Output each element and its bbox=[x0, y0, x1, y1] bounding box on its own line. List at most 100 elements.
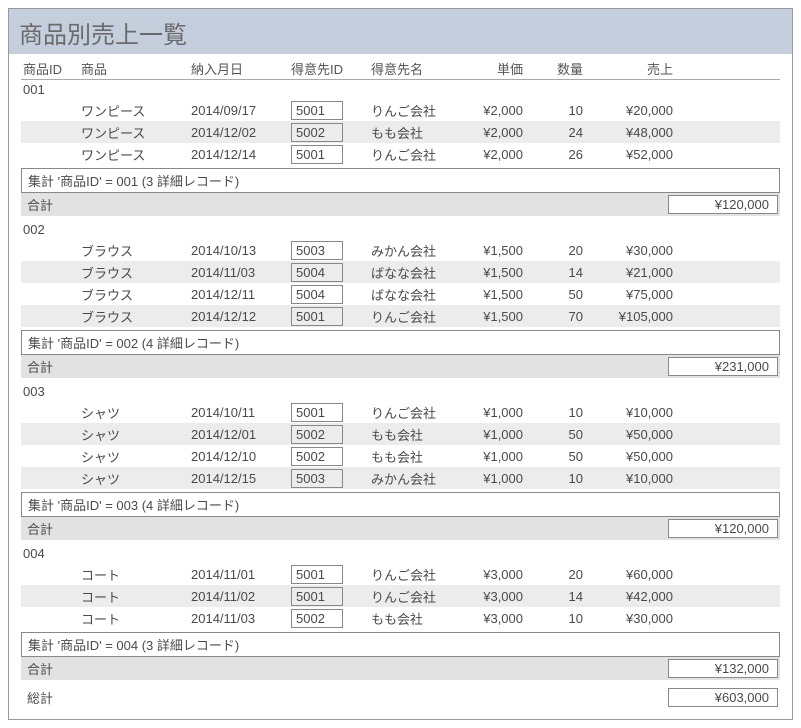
cell-qty: 10 bbox=[531, 611, 591, 626]
customer-id-field[interactable]: 5001 bbox=[291, 565, 343, 584]
cell-date: 2014/11/01 bbox=[191, 567, 291, 582]
customer-id-field[interactable]: 5001 bbox=[291, 307, 343, 326]
customer-id-field[interactable]: 5001 bbox=[291, 145, 343, 164]
cell-product: シャツ bbox=[81, 447, 191, 466]
cell-qty: 20 bbox=[531, 567, 591, 582]
cell-sales: ¥30,000 bbox=[591, 611, 681, 626]
data-row: ブラウス2014/12/125001りんご会社¥1,50070¥105,000 bbox=[21, 305, 780, 327]
group-total-label: 合計 bbox=[27, 357, 668, 376]
customer-id-field[interactable]: 5002 bbox=[291, 447, 343, 466]
cell-qty: 10 bbox=[531, 103, 591, 118]
customer-id-field[interactable]: 5002 bbox=[291, 123, 343, 142]
data-row: ワンピース2014/12/145001りんご会社¥2,00026¥52,000 bbox=[21, 143, 780, 165]
col-date: 納入月日 bbox=[191, 59, 291, 78]
cell-price: ¥1,500 bbox=[461, 309, 531, 324]
col-product-id: 商品ID bbox=[21, 59, 81, 78]
group-total-row: 合計¥120,000 bbox=[21, 193, 780, 216]
cell-customer-id: 5001 bbox=[291, 101, 371, 120]
cell-sales: ¥48,000 bbox=[591, 125, 681, 140]
data-row: ブラウス2014/12/115004ばなな会社¥1,50050¥75,000 bbox=[21, 283, 780, 305]
cell-price: ¥1,000 bbox=[461, 427, 531, 442]
cell-price: ¥1,500 bbox=[461, 265, 531, 280]
cell-qty: 14 bbox=[531, 589, 591, 604]
customer-id-field[interactable]: 5003 bbox=[291, 241, 343, 260]
data-row: コート2014/11/035002もも会社¥3,00010¥30,000 bbox=[21, 607, 780, 629]
cell-product: シャツ bbox=[81, 425, 191, 444]
data-row: コート2014/11/025001りんご会社¥3,00014¥42,000 bbox=[21, 585, 780, 607]
customer-id-field[interactable]: 5001 bbox=[291, 587, 343, 606]
cell-date: 2014/11/03 bbox=[191, 611, 291, 626]
cell-price: ¥2,000 bbox=[461, 103, 531, 118]
group-total-value: ¥120,000 bbox=[668, 519, 778, 538]
data-row: ワンピース2014/09/175001りんご会社¥2,00010¥20,000 bbox=[21, 99, 780, 121]
cell-date: 2014/12/11 bbox=[191, 287, 291, 302]
cell-sales: ¥10,000 bbox=[591, 471, 681, 486]
cell-product: ブラウス bbox=[81, 285, 191, 304]
cell-customer-name: りんご会社 bbox=[371, 565, 461, 584]
cell-price: ¥1,000 bbox=[461, 449, 531, 464]
group-summary: 集計 '商品ID' = 003 (4 詳細レコード) bbox=[21, 492, 780, 517]
cell-sales: ¥20,000 bbox=[591, 103, 681, 118]
cell-price: ¥2,000 bbox=[461, 125, 531, 140]
cell-date: 2014/12/02 bbox=[191, 125, 291, 140]
col-customer-id: 得意先ID bbox=[291, 59, 371, 78]
cell-price: ¥3,000 bbox=[461, 589, 531, 604]
data-row: コート2014/11/015001りんご会社¥3,00020¥60,000 bbox=[21, 563, 780, 585]
cell-customer-name: もも会社 bbox=[371, 425, 461, 444]
customer-id-field[interactable]: 5002 bbox=[291, 425, 343, 444]
group-summary: 集計 '商品ID' = 004 (3 詳細レコード) bbox=[21, 632, 780, 657]
group-total-row: 合計¥132,000 bbox=[21, 657, 780, 680]
data-row: ワンピース2014/12/025002もも会社¥2,00024¥48,000 bbox=[21, 121, 780, 143]
cell-customer-name: もも会社 bbox=[371, 609, 461, 628]
cell-price: ¥2,000 bbox=[461, 147, 531, 162]
customer-id-field[interactable]: 5001 bbox=[291, 403, 343, 422]
cell-qty: 10 bbox=[531, 471, 591, 486]
col-customer-name: 得意先名 bbox=[371, 59, 461, 78]
group-total-value: ¥132,000 bbox=[668, 659, 778, 678]
cell-qty: 50 bbox=[531, 287, 591, 302]
cell-customer-id: 5003 bbox=[291, 241, 371, 260]
data-row: シャツ2014/12/015002もも会社¥1,00050¥50,000 bbox=[21, 423, 780, 445]
group-total-row: 合計¥231,000 bbox=[21, 355, 780, 378]
report-page: 商品別売上一覧 商品ID 商品 納入月日 得意先ID 得意先名 単価 数量 売上… bbox=[8, 8, 793, 720]
group-total-label: 合計 bbox=[27, 659, 668, 678]
cell-sales: ¥105,000 bbox=[591, 309, 681, 324]
group-id: 002 bbox=[21, 222, 780, 237]
cell-customer-name: りんご会社 bbox=[371, 307, 461, 326]
report-title: 商品別売上一覧 bbox=[9, 9, 792, 54]
cell-customer-name: もも会社 bbox=[371, 447, 461, 466]
customer-id-field[interactable]: 5001 bbox=[291, 101, 343, 120]
report-content: 商品ID 商品 納入月日 得意先ID 得意先名 単価 数量 売上 001ワンピー… bbox=[9, 54, 792, 719]
cell-product: ブラウス bbox=[81, 307, 191, 326]
cell-customer-name: りんご会社 bbox=[371, 587, 461, 606]
cell-sales: ¥10,000 bbox=[591, 405, 681, 420]
cell-price: ¥3,000 bbox=[461, 611, 531, 626]
customer-id-field[interactable]: 5004 bbox=[291, 263, 343, 282]
col-unit-price: 単価 bbox=[461, 59, 531, 78]
cell-product: コート bbox=[81, 565, 191, 584]
col-sales: 売上 bbox=[591, 59, 681, 78]
cell-sales: ¥60,000 bbox=[591, 567, 681, 582]
cell-sales: ¥21,000 bbox=[591, 265, 681, 280]
col-product: 商品 bbox=[81, 59, 191, 78]
cell-product: シャツ bbox=[81, 403, 191, 422]
cell-date: 2014/12/12 bbox=[191, 309, 291, 324]
cell-customer-id: 5002 bbox=[291, 609, 371, 628]
data-row: ブラウス2014/11/035004ばなな会社¥1,50014¥21,000 bbox=[21, 261, 780, 283]
customer-id-field[interactable]: 5002 bbox=[291, 609, 343, 628]
cell-customer-id: 5001 bbox=[291, 145, 371, 164]
cell-price: ¥1,000 bbox=[461, 405, 531, 420]
cell-sales: ¥50,000 bbox=[591, 449, 681, 464]
data-row: シャツ2014/12/105002もも会社¥1,00050¥50,000 bbox=[21, 445, 780, 467]
group-total-value: ¥231,000 bbox=[668, 357, 778, 376]
data-row: シャツ2014/12/155003みかん会社¥1,00010¥10,000 bbox=[21, 467, 780, 489]
cell-customer-name: りんご会社 bbox=[371, 145, 461, 164]
group-summary: 集計 '商品ID' = 001 (3 詳細レコード) bbox=[21, 168, 780, 193]
column-header-row: 商品ID 商品 納入月日 得意先ID 得意先名 単価 数量 売上 bbox=[21, 58, 780, 80]
customer-id-field[interactable]: 5004 bbox=[291, 285, 343, 304]
cell-customer-id: 5001 bbox=[291, 587, 371, 606]
cell-sales: ¥42,000 bbox=[591, 589, 681, 604]
group-total-label: 合計 bbox=[27, 195, 668, 214]
customer-id-field[interactable]: 5003 bbox=[291, 469, 343, 488]
group-summary: 集計 '商品ID' = 002 (4 詳細レコード) bbox=[21, 330, 780, 355]
